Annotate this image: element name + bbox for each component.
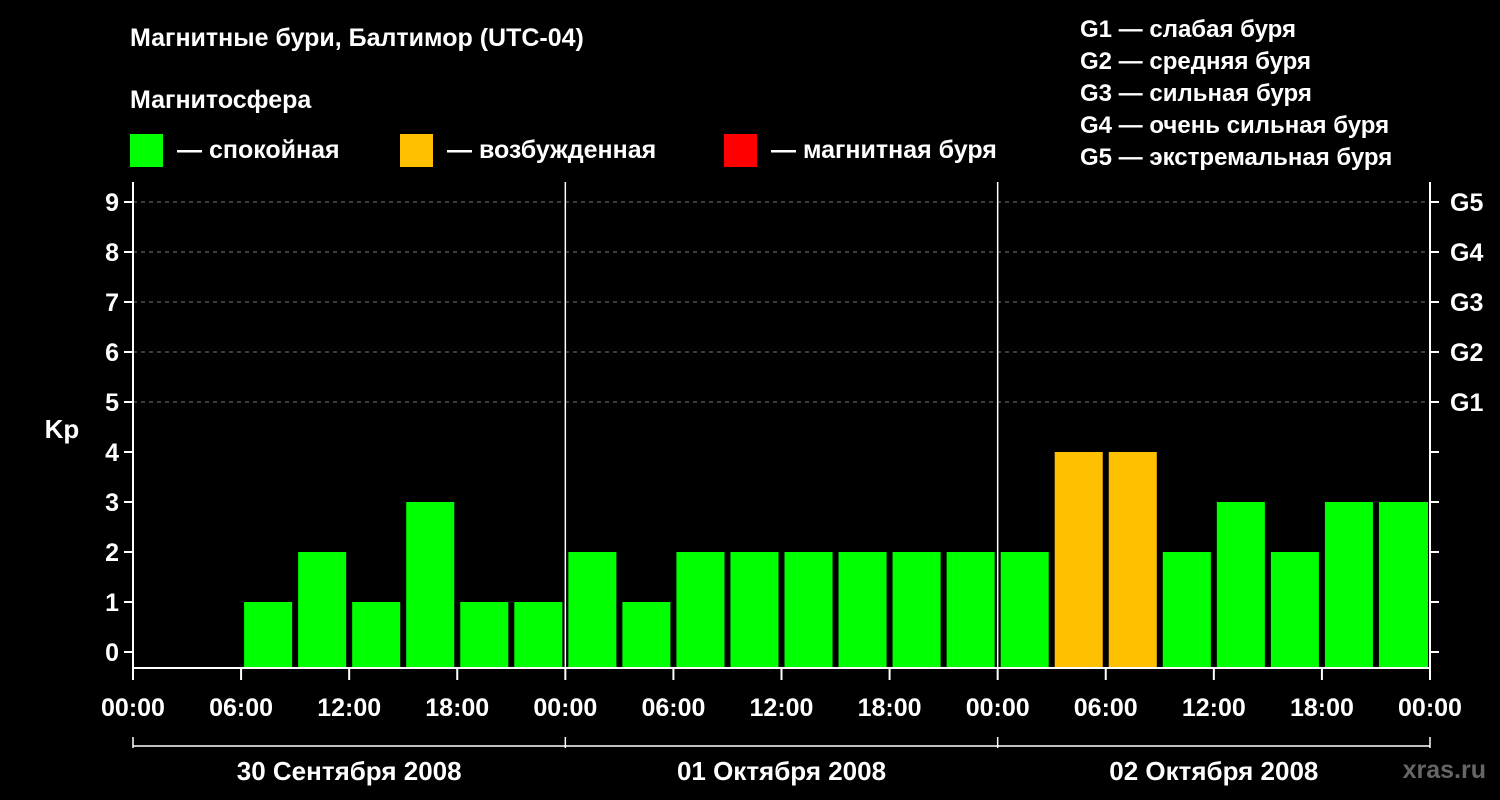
kp-bar (1108, 452, 1157, 668)
kp-bar (1054, 452, 1103, 668)
x-tick-label: 06:00 (209, 694, 273, 722)
kp-bar (784, 552, 833, 668)
x-tick-label: 18:00 (858, 694, 922, 722)
g-level-label: G5 (1450, 189, 1483, 217)
kp-bar (1270, 552, 1319, 668)
kp-chart: 0 1 2 3 4 5 6 7 8 9 Kp G1 G2 G3 G4 G5 00:00 06:00 12:00 18:… (45, 182, 1483, 786)
g-level-label: G3 (1450, 289, 1483, 317)
x-tick-label: 00:00 (1398, 694, 1462, 722)
x-tick-label: 00:00 (533, 694, 597, 722)
g-level-label: G1 (1450, 389, 1483, 417)
y-tick-label: 5 (105, 389, 119, 417)
kp-bar (352, 602, 401, 668)
kp-bar (1162, 552, 1211, 668)
kp-bar (946, 552, 995, 668)
y-axis-label: Kp (45, 414, 80, 444)
kp-bar (1324, 502, 1373, 668)
kp-bar (730, 552, 779, 668)
x-tick-label: 00:00 (966, 694, 1030, 722)
kp-bar (460, 602, 509, 668)
x-tick-label: 00:00 (101, 694, 165, 722)
y-tick-label: 1 (105, 589, 119, 617)
day-label: 02 Октября 2008 (1109, 756, 1318, 786)
kp-bar (838, 552, 887, 668)
x-tick-label: 06:00 (641, 694, 705, 722)
x-tick-label: 12:00 (1182, 694, 1246, 722)
y-tick-label: 7 (105, 289, 119, 317)
kp-bar (676, 552, 725, 668)
x-tick-label: 12:00 (750, 694, 814, 722)
watermark: xras.ru (1402, 756, 1486, 784)
kp-bar (1000, 552, 1049, 668)
y-tick-label: 3 (105, 489, 119, 517)
g-level-label: G2 (1450, 339, 1483, 367)
kp-bar (1416, 502, 1428, 668)
day-label: 01 Октября 2008 (677, 756, 886, 786)
y-tick-label: 6 (105, 339, 119, 367)
g-level-label: G4 (1450, 239, 1483, 267)
x-tick-label: 18:00 (425, 694, 489, 722)
kp-bar (406, 502, 455, 668)
y-tick-label: 2 (105, 539, 119, 567)
y-tick-label: 0 (105, 639, 119, 667)
kp-bar (298, 552, 347, 668)
day-label: 30 Сентября 2008 (237, 756, 462, 786)
x-tick-label: 18:00 (1290, 694, 1354, 722)
x-tick-label: 12:00 (317, 694, 381, 722)
kp-bar (892, 552, 941, 668)
y-tick-label: 9 (105, 189, 119, 217)
kp-bar (244, 602, 293, 668)
kp-bar (622, 602, 671, 668)
x-tick-label: 06:00 (1074, 694, 1138, 722)
kp-bar (514, 602, 563, 668)
kp-bar (568, 552, 617, 668)
kp-bar (1216, 502, 1265, 668)
y-tick-label: 8 (105, 239, 119, 267)
y-tick-label: 4 (105, 439, 119, 467)
